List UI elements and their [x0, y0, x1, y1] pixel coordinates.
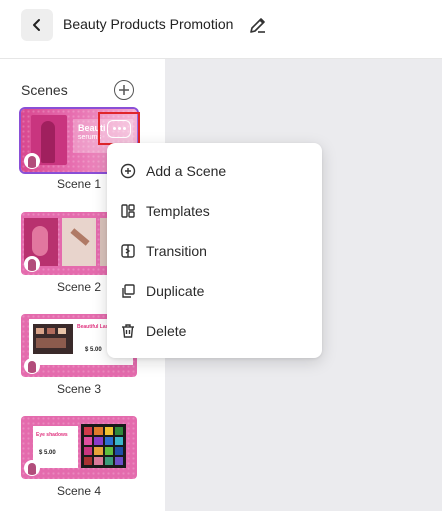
menu-item-duplicate[interactable]: Duplicate — [107, 271, 322, 311]
menu-item-label: Add a Scene — [146, 163, 227, 179]
more-icon — [107, 119, 131, 138]
trash-icon — [120, 323, 136, 339]
scene-more-button[interactable] — [98, 112, 140, 145]
templates-icon — [120, 203, 136, 219]
edit-title-button[interactable] — [247, 14, 269, 36]
scene-image — [33, 324, 73, 354]
pencil-icon — [250, 18, 265, 33]
menu-item-add-scene[interactable]: Add a Scene — [107, 151, 322, 191]
scene-image — [81, 424, 126, 468]
duplicate-icon — [120, 283, 136, 299]
avatar — [24, 358, 40, 374]
menu-item-label: Duplicate — [146, 283, 205, 299]
scene-thumbnail[interactable]: Eye shadows $ 5.00 — [21, 416, 137, 479]
top-bar: Beauty Products Promotion — [0, 0, 442, 59]
thumb-text: Eye shadows — [36, 432, 68, 438]
scenes-heading: Scenes — [21, 82, 68, 98]
menu-item-transition[interactable]: Transition — [107, 231, 322, 271]
plus-circle-icon — [120, 163, 136, 179]
scene-image — [62, 218, 96, 266]
chevron-left-icon — [33, 19, 40, 31]
avatar — [24, 256, 40, 272]
menu-item-label: Templates — [146, 203, 210, 219]
menu-item-templates[interactable]: Templates — [107, 191, 322, 231]
project-title: Beauty Products Promotion — [63, 16, 234, 32]
add-scene-button[interactable] — [114, 80, 134, 100]
scene-label: Scene 4 — [56, 484, 102, 498]
avatar — [24, 460, 40, 476]
thumb-text: $ 5.00 — [85, 347, 102, 353]
back-button[interactable] — [21, 9, 53, 41]
scene-item[interactable]: Eye shadows $ 5.00 Scene 4 — [21, 416, 137, 498]
menu-item-delete[interactable]: Delete — [107, 311, 322, 351]
scene-context-menu: Add a Scene Templates Transition Duplica… — [107, 143, 322, 358]
avatar — [24, 153, 40, 169]
menu-item-label: Delete — [146, 323, 187, 339]
thumb-text: $ 5.00 — [39, 450, 56, 456]
scene-label: Scene 3 — [56, 382, 102, 396]
plus-icon — [119, 85, 129, 95]
transition-icon — [120, 243, 136, 259]
menu-item-label: Transition — [146, 243, 207, 259]
